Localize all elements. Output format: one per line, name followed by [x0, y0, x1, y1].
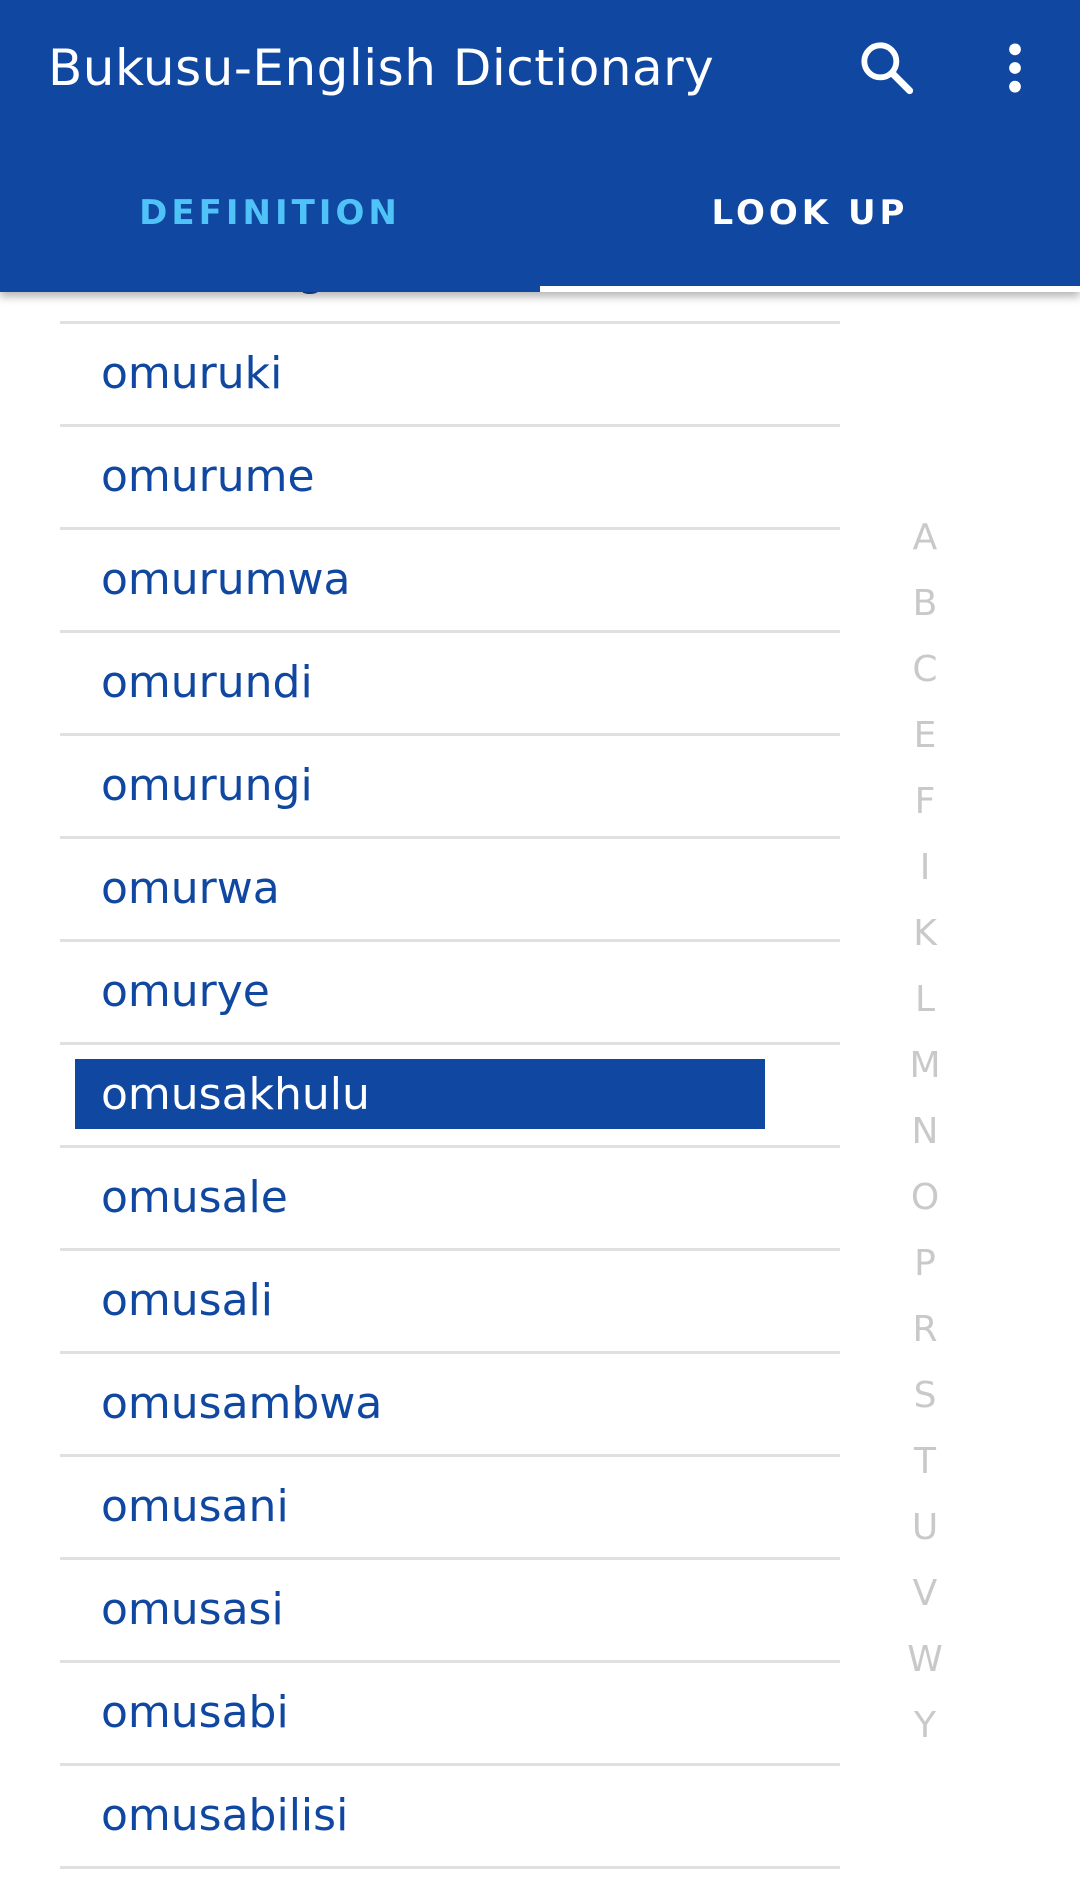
index-letter[interactable]: U — [880, 1495, 970, 1561]
app-title: Bukusu-English Dictionary — [48, 39, 715, 97]
index-letter[interactable]: M — [880, 1033, 970, 1099]
index-letter[interactable]: T — [880, 1429, 970, 1495]
search-icon — [861, 42, 914, 95]
list-item[interactable]: omusabi — [60, 1663, 840, 1766]
list-item-word: omurye — [101, 966, 270, 1017]
index-letter[interactable]: L — [880, 967, 970, 1033]
list-item-word: omusani — [101, 1481, 289, 1532]
search-button[interactable] — [847, 28, 927, 108]
list-item-word: omusambwa — [101, 1378, 383, 1429]
index-letter[interactable]: R — [880, 1297, 970, 1363]
list-item[interactable]: omusali — [60, 1251, 840, 1354]
list-item[interactable]: omurundi — [60, 633, 840, 736]
list-item-word: omurwa — [101, 863, 280, 914]
index-letter[interactable]: S — [880, 1363, 970, 1429]
index-letter[interactable]: B — [880, 571, 970, 637]
alphabet-index[interactable]: ABCEFIKLMNOPRSTUVWY — [880, 505, 970, 1759]
tab-bar: DEFINITION LOOK UP — [0, 158, 1080, 292]
list-item[interactable]: omurumwa — [60, 530, 840, 633]
list-item[interactable]: omurye — [60, 942, 840, 1045]
index-letter[interactable]: V — [880, 1561, 970, 1627]
list-item-word: omusabilisi — [101, 1790, 349, 1841]
list-item-word: omusali — [101, 1275, 274, 1326]
index-letter[interactable]: A — [880, 505, 970, 571]
index-letter[interactable]: Y — [880, 1693, 970, 1759]
index-letter[interactable]: P — [880, 1231, 970, 1297]
index-letter[interactable]: F — [880, 769, 970, 835]
index-letter[interactable]: W — [880, 1627, 970, 1693]
list-item-word: omuroongesi — [101, 292, 388, 321]
list-item[interactable]: omusale — [60, 1148, 840, 1251]
list-item[interactable]: omuruki — [60, 324, 840, 427]
app-bar: Bukusu-English Dictionary DEFINITION LOO… — [0, 0, 1080, 292]
index-letter[interactable]: I — [880, 835, 970, 901]
tab-definition[interactable]: DEFINITION — [0, 158, 540, 292]
list-item-word: omusasi — [101, 1584, 284, 1635]
list-item-word: omusabi — [101, 1687, 289, 1738]
more-vert-icon — [1009, 43, 1021, 93]
list-item-word: omurundi — [101, 657, 313, 708]
list-item[interactable]: omusambwa — [60, 1354, 840, 1457]
list-item-word: omusale — [101, 1172, 288, 1223]
list-item-word: omurumwa — [101, 554, 351, 605]
list-item[interactable]: omurume — [60, 427, 840, 530]
index-letter[interactable]: O — [880, 1165, 970, 1231]
list-item[interactable]: omusani — [60, 1457, 840, 1560]
tab-look-up[interactable]: LOOK UP — [540, 158, 1080, 292]
list-item-word: omurungi — [101, 760, 313, 811]
index-letter[interactable]: C — [880, 637, 970, 703]
index-letter[interactable]: E — [880, 703, 970, 769]
list-item-selected[interactable]: omusakhulu — [60, 1045, 840, 1148]
list-item-word: omusakhulu — [101, 1069, 370, 1120]
list-item[interactable]: omuroongesi — [60, 292, 840, 324]
list-item[interactable]: omurungi — [60, 736, 840, 839]
index-letter[interactable]: K — [880, 901, 970, 967]
list-item[interactable]: omusasi — [60, 1560, 840, 1663]
list-item-word: omurume — [101, 451, 315, 502]
index-letter[interactable]: N — [880, 1099, 970, 1165]
list-item[interactable]: omurwa — [60, 839, 840, 942]
list-item-word: omuruki — [101, 348, 283, 399]
tab-indicator — [540, 286, 1080, 292]
overflow-menu-button[interactable] — [975, 28, 1055, 108]
list-item[interactable]: omusabilisi — [60, 1766, 840, 1869]
